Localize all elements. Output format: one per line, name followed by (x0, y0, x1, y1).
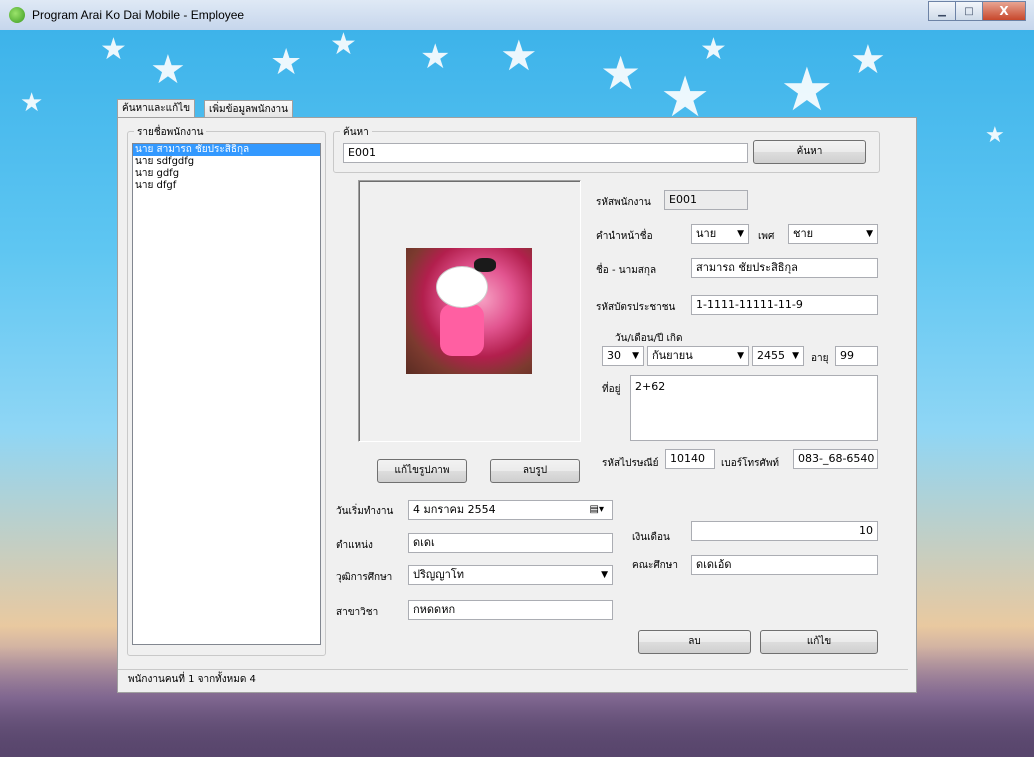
dob-day-value: 30 (607, 349, 621, 362)
address-label: ที่อยู่ (602, 384, 621, 395)
minimize-button[interactable]: ▁ (928, 1, 956, 21)
address-field[interactable]: 2+62 (630, 375, 878, 441)
gender-value: ชาย (793, 227, 814, 240)
app-icon (9, 7, 25, 23)
postal-field[interactable]: 10140 (665, 449, 715, 469)
education-value: ปริญญาโท (413, 568, 464, 581)
dob-year-select[interactable]: 2455 ▼ (752, 346, 804, 366)
employee-id-label: รหัสพนักงาน (596, 197, 651, 208)
chevron-down-icon: ▼ (737, 229, 744, 239)
status-bar: พนักงานคนที่ 1 จากทั้งหมด 4 (118, 669, 908, 689)
gender-label: เพศ (758, 231, 775, 242)
start-date-label: วันเริ่มทำงาน (336, 506, 394, 517)
search-legend: ค้นหา (340, 125, 372, 140)
dob-month-select[interactable]: กันยายน ▼ (647, 346, 749, 366)
position-field[interactable]: ดเดเ (408, 533, 613, 553)
title-bar: Program Arai Ko Dai Mobile - Employee ▁ … (0, 0, 1034, 31)
position-label: ตำแหน่ง (336, 540, 373, 551)
age-field[interactable]: 99 (835, 346, 878, 366)
chevron-down-icon: ▼ (632, 351, 639, 361)
list-item[interactable]: นาย dfgf (133, 180, 320, 192)
start-date-picker[interactable]: 4 มกราคม 2554 ▤▾ (408, 500, 613, 520)
window-title: Program Arai Ko Dai Mobile - Employee (32, 8, 245, 22)
gender-select[interactable]: ชาย ▼ (788, 224, 878, 244)
star-icon: ★ (420, 37, 451, 77)
start-date-value: 4 มกราคม 2554 (413, 503, 496, 516)
chevron-down-icon: ▼ (792, 351, 799, 361)
edit-button[interactable]: แก้ไข (760, 630, 878, 654)
star-icon: ★ (985, 123, 1005, 148)
photo-figure-body (440, 304, 484, 356)
employee-listbox[interactable]: นาย สามารถ ชัยประสิธิกุล นาย sdfgdfg นาย… (132, 143, 321, 645)
search-button[interactable]: ค้นหา (753, 140, 866, 164)
name-field[interactable]: สามารถ ชัยประสิธิกุล (691, 258, 878, 278)
phone-field[interactable]: 083-_68-6540 (793, 449, 878, 469)
chevron-down-icon: ▼ (601, 570, 608, 580)
citizen-id-field[interactable]: 1-1111-11111-11-9 (691, 295, 878, 315)
postal-label: รหัสไปรษณีย์ (602, 458, 659, 469)
dob-day-select[interactable]: 30 ▼ (602, 346, 644, 366)
star-icon: ★ (100, 32, 127, 67)
maximize-button[interactable]: □ (955, 1, 983, 21)
edit-photo-button[interactable]: แก้ไขรูปภาพ (377, 459, 467, 483)
education-select[interactable]: ปริญญาโท ▼ (408, 565, 613, 585)
list-item[interactable]: นาย gdfg (133, 168, 320, 180)
list-item[interactable]: นาย สามารถ ชัยประสิธิกุล (133, 144, 320, 156)
status-text: พนักงานคนที่ 1 จากทั้งหมด 4 (128, 674, 256, 685)
star-icon: ★ (150, 47, 186, 93)
dob-month-value: กันยายน (652, 349, 693, 362)
star-icon: ★ (700, 32, 727, 67)
search-input[interactable]: E001 (343, 143, 748, 163)
star-icon: ★ (330, 30, 357, 62)
photo-figure-face (436, 266, 488, 308)
chevron-down-icon: ▼ (737, 351, 744, 361)
employee-list-legend: รายชื่อพนักงาน (134, 125, 207, 140)
salary-field[interactable]: 10 (691, 521, 878, 541)
tab-search-edit[interactable]: ค้นหาและแก้ไข (117, 99, 196, 118)
major-label: สาขาวิชา (336, 607, 379, 618)
tab-add-employee[interactable]: เพิ่มข้อมูลพนักงาน (204, 100, 293, 118)
salary-label: เงินเดือน (632, 532, 670, 543)
close-button[interactable]: X (982, 1, 1026, 21)
chevron-down-icon: ▼ (866, 229, 873, 239)
education-label: วุฒิการศึกษา (336, 572, 393, 583)
delete-button[interactable]: ลบ (638, 630, 751, 654)
major-field[interactable]: กหดดหก (408, 600, 613, 620)
star-icon: ★ (850, 37, 886, 83)
employee-id-field: E001 (664, 190, 748, 210)
dob-label: วัน/เดือน/ปี เกิด (615, 333, 683, 344)
window-controls: ▁ □ X (928, 1, 1026, 21)
prefix-value: นาย (696, 227, 717, 240)
prefix-select[interactable]: นาย ▼ (691, 224, 749, 244)
star-icon: ★ (600, 46, 642, 100)
faculty-field[interactable]: ดเดเอ้ด (691, 555, 878, 575)
star-icon: ★ (270, 42, 303, 83)
delete-photo-button[interactable]: ลบรูป (490, 459, 580, 483)
dob-year-value: 2455 (757, 349, 785, 362)
prefix-label: คำนำหน้าชื่อ (596, 231, 653, 242)
name-label: ชื่อ - นามสกุล (596, 265, 657, 276)
faculty-label: คณะศึกษา (632, 560, 678, 571)
age-label: อายุ (811, 353, 829, 364)
list-item[interactable]: นาย sdfgdfg (133, 156, 320, 168)
employee-photo (406, 248, 532, 374)
photo-figure-bow (474, 258, 496, 272)
star-icon: ★ (20, 88, 44, 118)
calendar-icon[interactable]: ▤▾ (590, 501, 604, 519)
phone-label: เบอร์โทรศัพท์ (721, 458, 780, 469)
citizen-id-label: รหัสบัตรประชาชน (596, 302, 676, 313)
star-icon: ★ (500, 31, 538, 80)
star-icon: ★ (780, 55, 834, 125)
